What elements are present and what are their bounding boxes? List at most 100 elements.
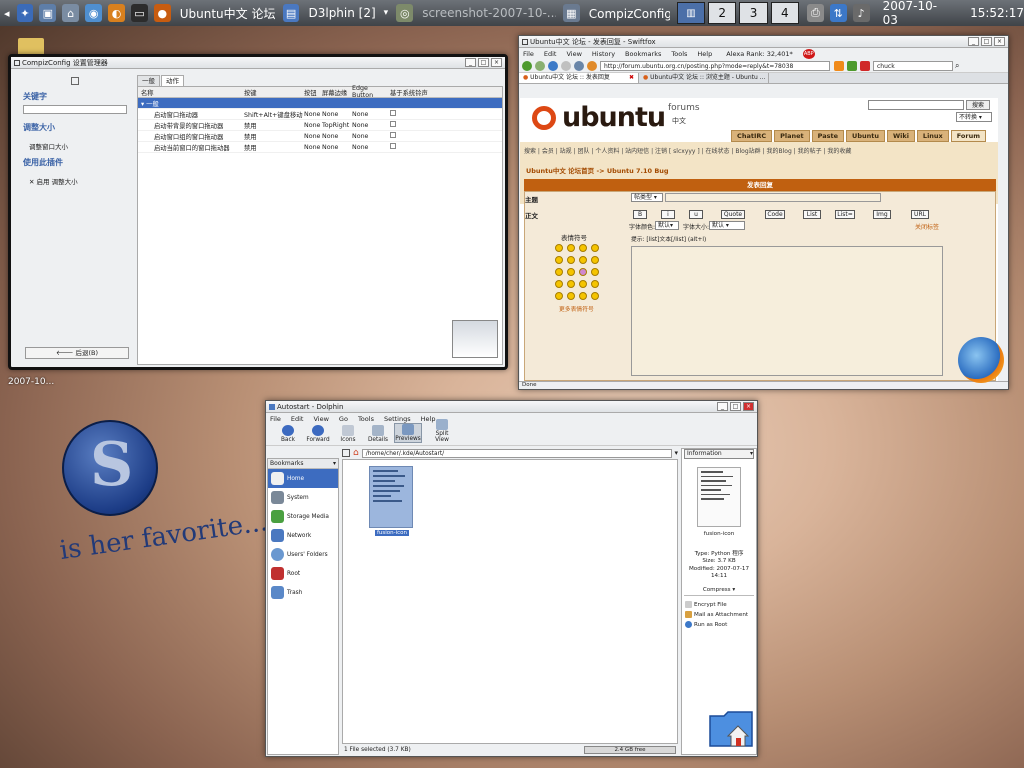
split-view-button[interactable]: Split View	[428, 419, 456, 443]
smiley-icon[interactable]	[567, 268, 575, 276]
smiley-icon[interactable]	[579, 244, 587, 252]
menu-help[interactable]: Help	[697, 50, 712, 58]
task-compiz[interactable]: CompizConfig 设置管...	[583, 2, 670, 24]
task-ubuntu-forum[interactable]: Ubuntu中文 论坛	[174, 2, 276, 24]
action-mail[interactable]: Mail as Attachment	[682, 610, 756, 620]
home-icon[interactable]: ⌂	[62, 4, 80, 22]
row-edge[interactable]: None	[322, 144, 352, 151]
forum-search-button[interactable]: 搜索	[966, 100, 990, 110]
nav-tab-linux[interactable]: Linux	[916, 130, 949, 142]
bookmark-root[interactable]: Root	[268, 564, 338, 583]
font-size-select[interactable]: 默认 ▾	[709, 221, 745, 230]
menu-history[interactable]: History	[592, 50, 615, 58]
tab-actions[interactable]: 动作	[161, 75, 184, 86]
smiley-icon[interactable]	[555, 244, 563, 252]
row-edge[interactable]: None	[322, 111, 352, 118]
nav-tab-chatirc[interactable]: ChatIRC	[731, 130, 773, 142]
smiley-icon[interactable]	[591, 292, 599, 300]
menu-file[interactable]: File	[270, 415, 281, 423]
list-ordered-button[interactable]: List=	[835, 210, 855, 219]
row-edge-button[interactable]: None	[352, 122, 390, 129]
list-button[interactable]: List	[803, 210, 821, 219]
nav-tab-ubuntu[interactable]: Ubuntu	[846, 130, 885, 142]
smiley-icon[interactable]	[567, 256, 575, 264]
edit-location-icon[interactable]	[342, 449, 350, 457]
adblock-icon[interactable]: ABP	[802, 48, 815, 59]
smiley-icon[interactable]	[567, 280, 575, 288]
language-select[interactable]: 不转换 ▾	[956, 112, 992, 122]
stop-icon[interactable]	[561, 60, 571, 71]
section-item[interactable]: 调整窗口大小	[29, 141, 137, 151]
minimize-button[interactable]: _	[465, 58, 476, 67]
table-row[interactable]: 启动窗口组的窗口拖动器 禁用 None None None	[138, 131, 502, 142]
row-button[interactable]: None	[304, 133, 322, 140]
action-encrypt[interactable]: Encrypt File	[682, 600, 756, 610]
back-arrow-icon[interactable]	[522, 60, 532, 71]
quote-button[interactable]: Quote	[721, 210, 745, 219]
row-key[interactable]: 禁用	[244, 121, 304, 130]
menu-settings[interactable]: Settings	[384, 415, 411, 423]
table-row[interactable]: 启动带背景的窗口拖动器 禁用 None TopRight None	[138, 120, 502, 131]
code-button[interactable]: Code	[765, 210, 785, 219]
menu-go[interactable]: Go	[339, 415, 348, 423]
desktop-icon-label[interactable]: 2007-10...	[8, 377, 54, 387]
smiley-icon[interactable]	[579, 280, 587, 288]
url-input[interactable]: http://forum.ubuntu.org.cn/posting.php?m…	[600, 60, 830, 71]
information-header[interactable]: Information ▾	[684, 449, 754, 459]
column-header[interactable]: 按钮	[304, 88, 322, 97]
table-group-row[interactable]: ▾ 一般	[138, 98, 502, 109]
row-edge-button[interactable]: None	[352, 144, 390, 151]
search-icon[interactable]: ⌕	[955, 61, 959, 71]
table-row[interactable]: 启动当前窗口的窗口拖动器 禁用 None None None	[138, 142, 502, 153]
keyword-filter-input[interactable]	[23, 105, 127, 114]
row-edge-button[interactable]: None	[352, 133, 390, 140]
nav-tab-forum[interactable]: Forum	[950, 130, 986, 142]
close-tags-link[interactable]: 关闭标签	[915, 222, 939, 231]
row-edge-button[interactable]: None	[352, 111, 390, 118]
tab-reply[interactable]: ● Ubuntu中文 论坛 :: 发表回复 ✖	[519, 73, 639, 83]
back-button[interactable]: Back	[274, 425, 302, 443]
smiley-icon[interactable]	[591, 280, 599, 288]
bookmark-storage[interactable]: Storage Media	[268, 507, 338, 526]
minimize-button[interactable]: _	[717, 402, 728, 411]
task-dolphin[interactable]: D3lphin [2] ▾	[302, 2, 389, 24]
forward-button[interactable]: Forward	[304, 425, 332, 443]
smiley-icon[interactable]	[555, 280, 563, 288]
network-icon[interactable]: ⇅	[829, 4, 847, 22]
firefox-icon[interactable]: ◐	[108, 4, 125, 22]
forum-links[interactable]: 搜索 | 会员 | 站规 | 团队 | 个人资料 | 站内短信 | 注销 [ s…	[524, 146, 851, 155]
compress-dropdown[interactable]: Compress ▾	[684, 587, 754, 596]
bell-checkbox[interactable]	[390, 143, 396, 149]
close-button[interactable]: ×	[743, 402, 754, 411]
go-icon[interactable]	[847, 60, 857, 71]
home-icon[interactable]	[574, 60, 584, 71]
compiz-titlebar[interactable]: CompizConfig 设置管理器 _ □ ×	[11, 57, 505, 69]
column-header[interactable]: 屏幕边缘	[322, 88, 352, 97]
pager-desktop-1[interactable]: ▥	[676, 2, 706, 24]
more-smilies-link[interactable]: 更多表情符号	[559, 304, 594, 313]
screenshot-icon[interactable]: ◎	[396, 4, 414, 22]
smiley-icon[interactable]	[555, 268, 563, 276]
column-header[interactable]: 基于系统铃声	[390, 88, 490, 97]
row-key[interactable]: 禁用	[244, 143, 304, 152]
maximize-button[interactable]: □	[730, 402, 741, 411]
arrow-left-icon[interactable]: ◂	[3, 4, 11, 22]
font-color-select[interactable]: 默认▾	[655, 221, 679, 230]
dolphin-icon[interactable]: ▤	[282, 4, 300, 22]
forward-arrow-icon[interactable]	[535, 60, 545, 71]
smiley-icon[interactable]	[567, 244, 575, 252]
smiley-icon[interactable]	[555, 256, 563, 264]
row-key[interactable]: 禁用	[244, 132, 304, 141]
menu-tools[interactable]: Tools	[358, 415, 374, 423]
bookmark-system[interactable]: System	[268, 488, 338, 507]
url-button[interactable]: URL	[911, 210, 929, 219]
smiley-icon[interactable]	[555, 292, 563, 300]
search-input[interactable]: chuck	[873, 60, 953, 71]
message-textarea[interactable]	[631, 246, 943, 376]
konqueror-icon[interactable]: ◉	[85, 4, 103, 22]
bookmark-trash[interactable]: Trash	[268, 583, 338, 602]
row-edge[interactable]: TopRight	[322, 122, 352, 129]
terminal-icon[interactable]: ▭	[130, 4, 148, 22]
bold-button[interactable]: B	[633, 210, 647, 219]
breadcrumb[interactable]: Ubuntu中文 论坛首页 -> Ubuntu 7.10 Bug	[526, 165, 669, 175]
